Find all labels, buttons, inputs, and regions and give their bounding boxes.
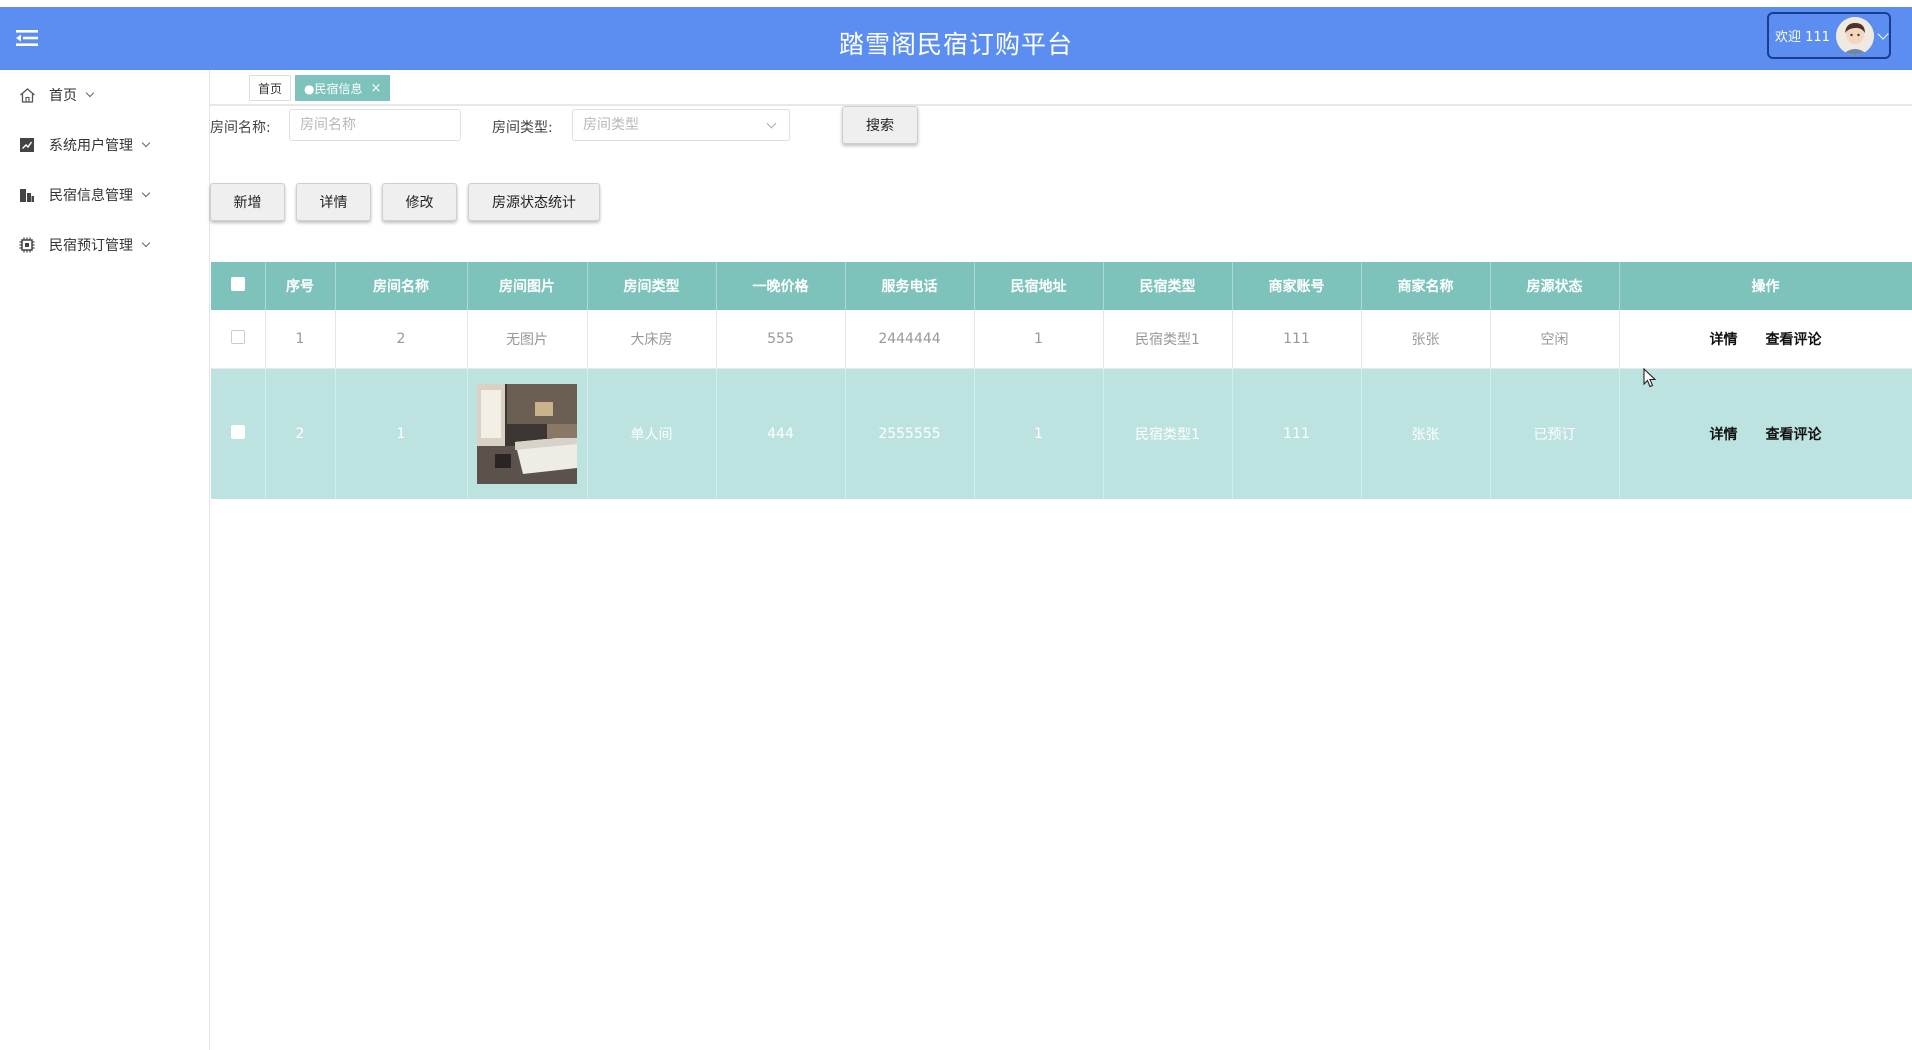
view-reviews-link[interactable]: 查看评论 (1766, 332, 1822, 348)
sidebar-item-booking[interactable]: 民宿预订管理 (0, 220, 209, 270)
sidebar: 首页 系统用户管理 民宿信息管理 民宿预订管理 (0, 70, 210, 1050)
room-name-label: 房间名称: (210, 120, 271, 136)
search-bar: 房间名称: 房间类型: 房间类型 搜索 (210, 106, 1912, 144)
stats-button[interactable]: 房源状态统计 (468, 183, 600, 221)
cell-index: 1 (265, 310, 336, 369)
chevron-down-icon (1877, 27, 1889, 40)
sidebar-item-label: 民宿信息管理 (49, 188, 133, 204)
sidebar-item-label: 民宿预订管理 (49, 238, 133, 254)
column-header: 民宿地址 (974, 262, 1104, 310)
column-header: 序号 (265, 262, 336, 310)
room-photo[interactable] (477, 383, 577, 484)
cell-operations: 详情 查看评论 (1619, 368, 1912, 499)
chart-icon (18, 136, 36, 154)
chevron-down-icon (141, 188, 151, 198)
avatar (1835, 16, 1874, 55)
chip-icon (18, 236, 36, 254)
row-select-cell (211, 368, 266, 499)
cell-room-image (467, 368, 588, 499)
column-header: 操作 (1619, 262, 1912, 310)
user-menu[interactable]: 欢迎 111 (1767, 12, 1891, 59)
column-header: 服务电话 (845, 262, 975, 310)
cell-address: 1 (974, 368, 1104, 499)
cell-room-type: 单人间 (587, 368, 717, 499)
cell-room-name: 2 (335, 310, 468, 369)
top-bar: 踏雪阁民宿订购平台 欢迎 111 (0, 7, 1912, 70)
cell-category: 民宿类型1 (1103, 310, 1233, 369)
chevron-down-icon (141, 238, 151, 248)
add-button[interactable]: 新增 (210, 183, 285, 221)
welcome-text: 欢迎 111 (1775, 30, 1830, 45)
tab-home[interactable]: 首页 (249, 75, 292, 101)
cell-phone: 2555555 (845, 368, 975, 499)
detail-link[interactable]: 详情 (1710, 427, 1738, 443)
column-header: 商家账号 (1232, 262, 1362, 310)
column-header: 商家名称 (1361, 262, 1491, 310)
cell-phone: 2444444 (845, 310, 975, 369)
column-header: 房间图片 (467, 262, 588, 310)
building-icon (18, 186, 36, 204)
table-header-row: 序号 房间名称 房间图片 房间类型 一晚价格 服务电话 民宿地址 民宿类型 商家… (211, 262, 1912, 310)
cell-operations: 详情 查看评论 (1619, 310, 1912, 369)
cell-merchant: 张张 (1361, 368, 1491, 499)
cell-status: 空闲 (1490, 310, 1620, 369)
app-title: 踏雪阁民宿订购平台 (838, 30, 1073, 59)
column-header: 房间名称 (335, 262, 468, 310)
edit-button[interactable]: 修改 (382, 183, 457, 221)
detail-link[interactable]: 详情 (1710, 332, 1738, 348)
sidebar-item-home[interactable]: 首页 (0, 70, 209, 120)
cell-price: 555 (716, 310, 846, 369)
sidebar-item-homestay-info[interactable]: 民宿信息管理 (0, 170, 209, 220)
cell-index: 2 (265, 368, 336, 499)
tab-bar: 首页 ●民宿信息 × (210, 70, 1912, 106)
column-header: 一晚价格 (716, 262, 846, 310)
detail-button[interactable]: 详情 (296, 183, 371, 221)
mouse-cursor-icon (1643, 368, 1657, 388)
sidebar-item-label: 首页 (49, 88, 77, 104)
chevron-down-icon (141, 138, 151, 148)
column-header: 房间类型 (587, 262, 717, 310)
cell-account: 111 (1232, 310, 1362, 369)
room-type-select[interactable]: 房间类型 (572, 109, 790, 141)
cell-price: 444 (716, 368, 846, 499)
cell-room-type: 大床房 (587, 310, 717, 369)
cell-account: 111 (1232, 368, 1362, 499)
home-icon (18, 86, 36, 104)
room-type-label: 房间类型: (492, 120, 553, 136)
cell-room-name: 1 (335, 368, 468, 499)
chevron-down-icon (85, 88, 95, 98)
row-select-cell (211, 310, 266, 369)
cell-status: 已预订 (1490, 368, 1620, 499)
view-reviews-link[interactable]: 查看评论 (1766, 427, 1822, 443)
chevron-down-icon (766, 118, 777, 129)
sidebar-item-system-users[interactable]: 系统用户管理 (0, 120, 209, 170)
room-type-placeholder: 房间类型 (583, 117, 639, 133)
select-all-cell (211, 262, 266, 310)
cell-room-image: 无图片 (467, 310, 588, 369)
room-name-input[interactable] (289, 109, 461, 141)
cell-category: 民宿类型1 (1103, 368, 1233, 499)
table-row[interactable]: 1 2 无图片 大床房 555 2444444 1 民宿类型1 111 张张 空… (211, 310, 1912, 369)
tab-homestay-info[interactable]: ●民宿信息 × (295, 75, 391, 101)
row-checkbox[interactable] (230, 424, 245, 439)
tab-label: ●民宿信息 (304, 82, 363, 96)
cell-address: 1 (974, 310, 1104, 369)
sidebar-item-label: 系统用户管理 (49, 138, 133, 154)
column-header: 民宿类型 (1103, 262, 1233, 310)
row-checkbox[interactable] (230, 329, 245, 344)
tab-label: 首页 (258, 82, 283, 96)
select-all-checkbox[interactable] (230, 277, 245, 291)
close-icon[interactable]: × (370, 81, 381, 96)
cell-merchant: 张张 (1361, 310, 1491, 369)
search-button[interactable]: 搜索 (842, 106, 918, 144)
column-header: 房源状态 (1490, 262, 1620, 310)
